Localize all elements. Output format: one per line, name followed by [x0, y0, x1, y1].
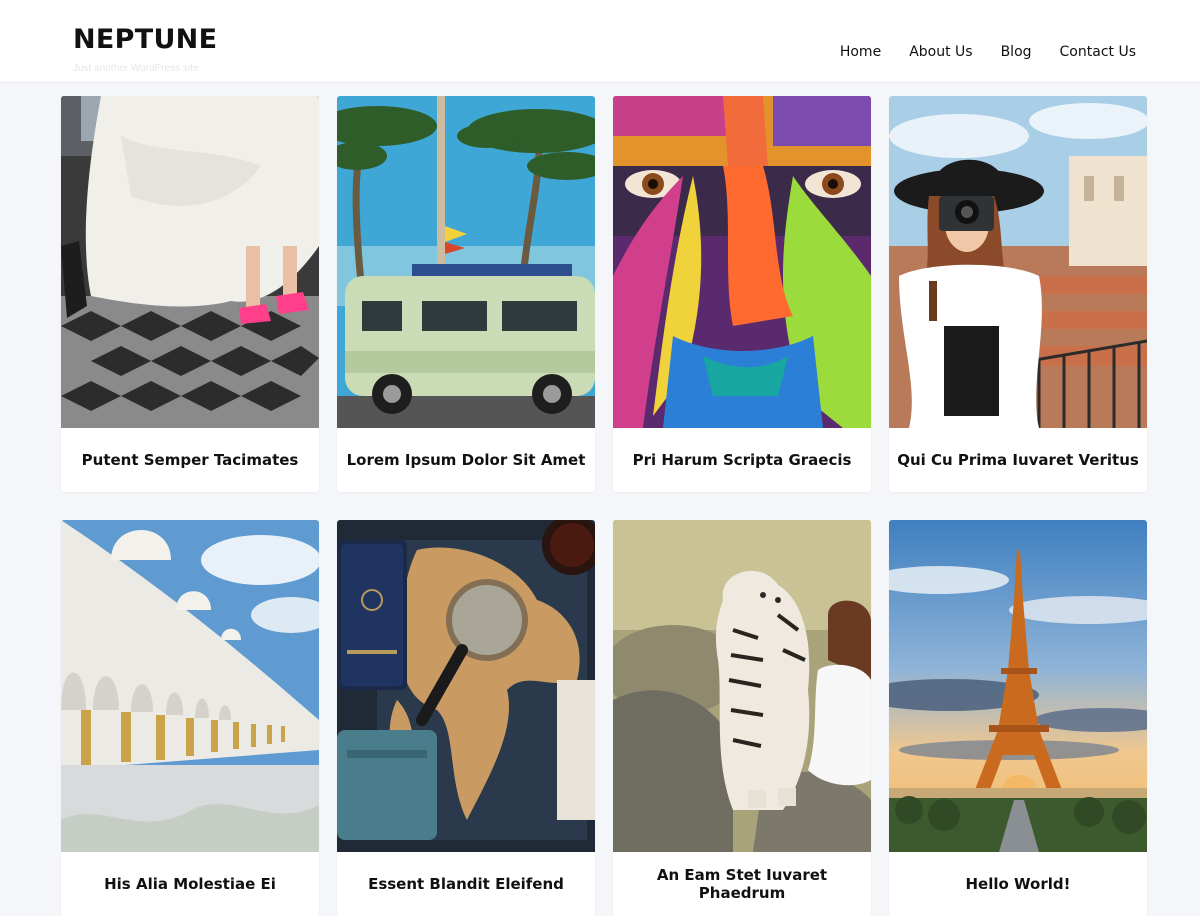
white-mosque-arcade-image: [61, 520, 319, 852]
eiffel-tower-sunset-image: [889, 520, 1147, 852]
post-card[interactable]: Hello World!: [889, 520, 1147, 916]
primary-nav: Home About Us Blog Contact Us: [812, 42, 1136, 62]
post-title[interactable]: Hello World!: [889, 852, 1147, 916]
nav-item-home[interactable]: Home: [840, 42, 881, 62]
nav-item-blog[interactable]: Blog: [1001, 42, 1032, 62]
post-title[interactable]: Pri Harum Scripta Graecis: [613, 428, 871, 492]
white-tiger-woman-image: [613, 520, 871, 852]
post-thumbnail[interactable]: [889, 96, 1147, 428]
post-thumbnail[interactable]: [337, 96, 595, 428]
post-thumbnail[interactable]: [61, 520, 319, 852]
post-thumbnail[interactable]: [889, 520, 1147, 852]
woman-with-camera-image: [889, 96, 1147, 428]
site-branding: NEPTUNE Just another WordPress site: [73, 22, 217, 75]
post-card[interactable]: An Eam Stet Iuvaret Phaedrum: [613, 520, 871, 916]
nav-item-contact-us[interactable]: Contact Us: [1060, 42, 1136, 62]
post-thumbnail[interactable]: [613, 96, 871, 428]
camper-van-palm-trees-image: [337, 96, 595, 428]
site-tagline: Just another WordPress site: [73, 63, 199, 74]
site-header: NEPTUNE Just another WordPress site Home…: [0, 0, 1200, 83]
post-title[interactable]: Qui Cu Prima Iuvaret Veritus: [889, 428, 1147, 492]
painted-face-image: [613, 96, 871, 428]
post-title[interactable]: Lorem Ipsum Dolor Sit Amet: [337, 428, 595, 492]
post-card[interactable]: Essent Blandit Eleifend: [337, 520, 595, 916]
bride-pink-sneakers-image: [61, 96, 319, 428]
post-card[interactable]: Lorem Ipsum Dolor Sit Amet: [337, 96, 595, 492]
travel-map-magnifier-image: [337, 520, 595, 852]
post-card[interactable]: Pri Harum Scripta Graecis: [613, 96, 871, 492]
post-card[interactable]: Putent Semper Tacimates: [61, 96, 319, 492]
post-title[interactable]: An Eam Stet Iuvaret Phaedrum: [613, 852, 871, 916]
post-thumbnail[interactable]: [61, 96, 319, 428]
post-card[interactable]: Qui Cu Prima Iuvaret Veritus: [889, 96, 1147, 492]
post-card[interactable]: His Alia Molestiae Ei: [61, 520, 319, 916]
site-title[interactable]: NEPTUNE: [73, 22, 217, 58]
post-thumbnail[interactable]: [337, 520, 595, 852]
post-title[interactable]: Essent Blandit Eleifend: [337, 852, 595, 916]
post-thumbnail[interactable]: [613, 520, 871, 852]
nav-item-about-us[interactable]: About Us: [909, 42, 972, 62]
post-title[interactable]: Putent Semper Tacimates: [61, 428, 319, 492]
post-title[interactable]: His Alia Molestiae Ei: [61, 852, 319, 916]
